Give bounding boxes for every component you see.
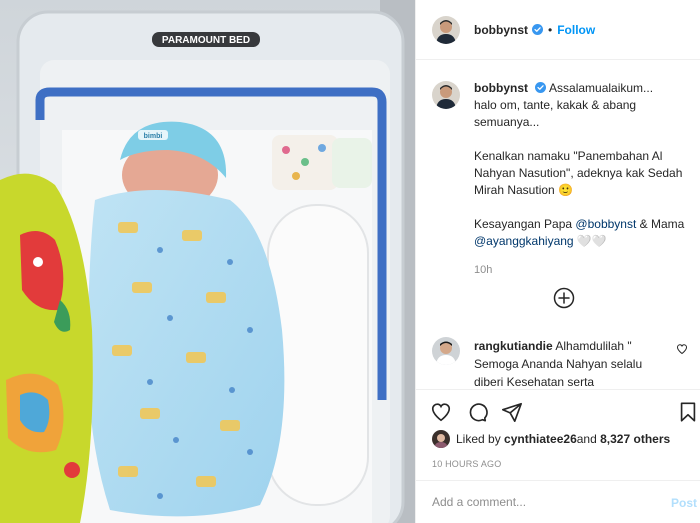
caption-line-1: Assalamualaikum... [549,81,654,95]
header-separator: • [548,22,553,37]
likes-summary: Liked by cynthiatee26 and 8,327 others [432,430,670,448]
likes-middle: and [576,432,597,446]
follow-button[interactable]: Follow [557,23,595,37]
author-avatar[interactable] [432,15,460,44]
commenter-username[interactable]: rangkutiandie [474,339,553,353]
caption-love-text: Kesayangan Papa [474,217,576,231]
baby-photo-illustration: PARAMOUNT BED bimbi [0,0,415,523]
caption-intro: Kenalkan namaku "Panembahan Al Nahyan Na… [474,149,683,197]
caption-love-end: 🤍🤍 [573,234,607,248]
post-details-panel: bobbynst • Follow bobbynst Assalamualaik… [415,0,700,523]
caption: bobbynst Assalamualaikum... halo om, tan… [432,80,694,279]
comment-text: rangkutiandie Alhamdulilah " Semoga Anan… [474,337,674,391]
action-bar [416,389,700,434]
mention-papa-link[interactable]: @bobbynst [575,217,636,231]
share-icon[interactable] [501,401,523,423]
posted-time[interactable]: 10 HOURS AGO [432,459,501,469]
heart-icon[interactable] [430,401,452,423]
bed-label: PARAMOUNT BED [162,35,250,46]
mention-mama-link[interactable]: @ayanggkahiyang [474,234,574,248]
liker-username[interactable]: cynthiatee26 [504,432,577,446]
verified-badge-icon [535,82,547,93]
caption-username[interactable]: bobbynst [474,81,528,95]
likes-prefix: Liked by [456,432,501,446]
liker-avatar[interactable] [432,430,450,448]
heart-small-icon[interactable] [676,343,688,355]
post-photo[interactable]: PARAMOUNT BED bimbi [0,0,415,523]
caption-love-mid: & Mama [636,217,685,231]
caption-line-2: halo om, tante, kakak & abang [474,98,637,112]
caption-avatar[interactable] [432,81,460,109]
hat-label: bimbi [144,133,163,140]
commenter-avatar[interactable] [432,337,460,365]
bookmark-icon[interactable] [677,401,699,423]
comment-item: rangkutiandie Alhamdulilah " Semoga Anan… [432,337,694,391]
author-username[interactable]: bobbynst [474,23,528,37]
likes-count[interactable]: 8,327 others [600,432,670,446]
verified-badge-icon [532,24,543,35]
post-comment-button[interactable]: Post [671,496,697,510]
plus-circle-icon[interactable] [553,287,575,309]
comment-input[interactable] [432,495,662,509]
comment-icon[interactable] [466,401,488,423]
caption-time[interactable]: 10h [474,262,689,279]
post-header: bobbynst • Follow [416,0,700,60]
caption-line-3: semuanya... [474,115,540,129]
caption-text: bobbynst Assalamualaikum... halo om, tan… [474,80,689,279]
add-comment-bar: Post [416,480,700,523]
